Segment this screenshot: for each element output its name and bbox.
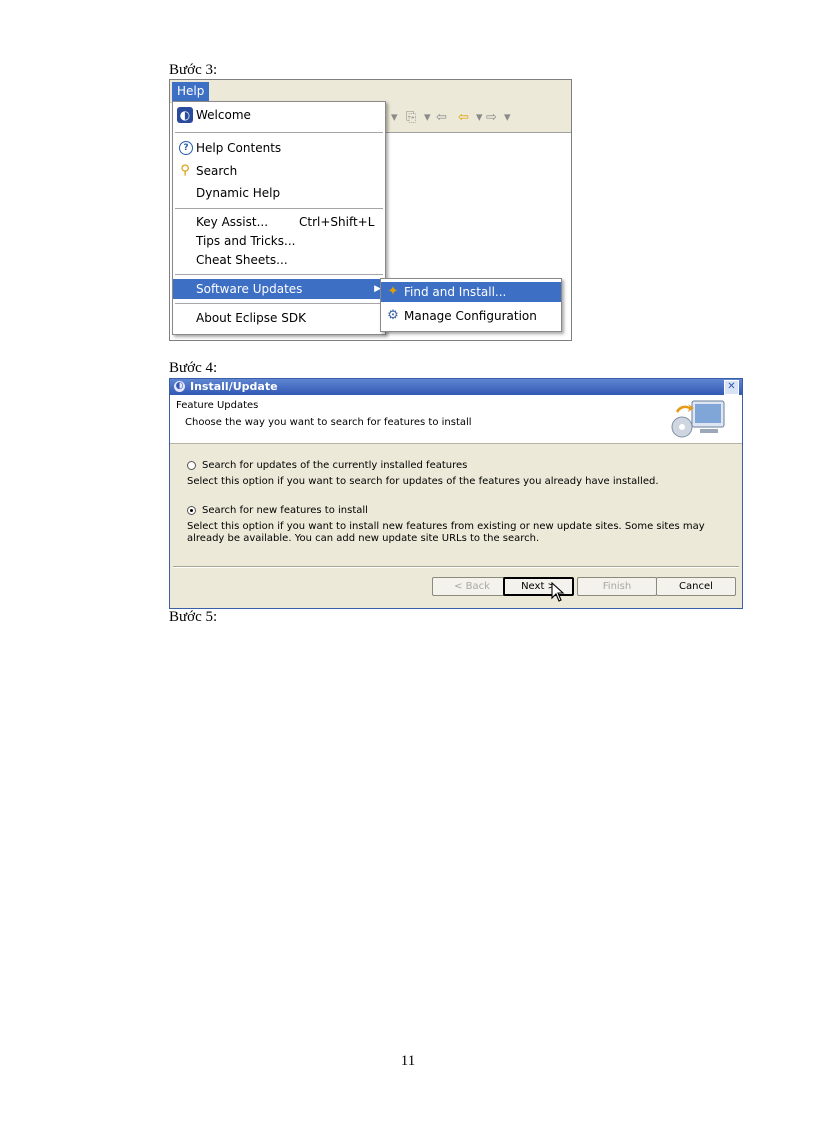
header-subtitle: Choose the way you want to search for fe…	[185, 417, 472, 428]
menu-bar: Help	[170, 80, 571, 103]
mouse-cursor-icon	[551, 582, 565, 602]
welcome-icon: ◐	[177, 107, 193, 123]
menu-item-find-and-install[interactable]: ✦ Find and Install...	[381, 282, 561, 302]
option-search-updates[interactable]: Search for updates of the currently inst…	[187, 460, 467, 471]
cancel-button[interactable]: Cancel	[656, 577, 736, 596]
menu-item-label: Find and Install...	[404, 285, 507, 299]
help-dropdown-menu: ◐ Welcome ? Help Contents ⚲ Search Dynam…	[172, 101, 386, 335]
menu-item-welcome[interactable]: ◐ Welcome	[173, 105, 385, 125]
menu-item-label: Key Assist...	[196, 215, 269, 229]
menu-separator	[175, 274, 383, 275]
menu-item-dynamic-help[interactable]: Dynamic Help	[173, 183, 385, 203]
install-update-dialog: ◐ Install/Update ✕ Feature Updates Choos…	[169, 378, 743, 609]
forward-arrow-icon[interactable]: ⇨	[486, 110, 497, 125]
menu-item-key-assist[interactable]: Key Assist... Ctrl+Shift+L	[173, 212, 385, 232]
menu-item-software-updates[interactable]: Software Updates ▶	[173, 279, 385, 299]
toolbar-page-icon[interactable]: ⎘	[406, 110, 416, 125]
manage-configuration-icon: ⚙	[387, 308, 399, 323]
radio-button[interactable]	[187, 460, 196, 470]
menu-item-accelerator: Ctrl+Shift+L	[299, 215, 375, 229]
toolbar-dropdown-icon[interactable]: ▾	[504, 110, 511, 125]
menu-item-label: Tips and Tricks...	[196, 234, 296, 248]
toolbar: ▾ ⎘ ▾ ⇦ ⇦ ▾ ⇨ ▾	[384, 102, 571, 132]
menu-item-label: Software Updates	[196, 282, 303, 296]
help-contents-icon: ?	[179, 141, 193, 155]
step-3-label: Bước 3:	[169, 62, 218, 78]
page-number: 11	[400, 1053, 416, 1069]
menu-item-tips-and-tricks[interactable]: Tips and Tricks...	[173, 231, 385, 251]
search-icon: ⚲	[180, 163, 190, 178]
menu-item-label: About Eclipse SDK	[196, 311, 306, 325]
step-5-label: Bước 5:	[169, 609, 218, 625]
option-description: Select this option if you want to instal…	[187, 521, 705, 544]
dialog-title: Install/Update	[190, 380, 278, 393]
menu-separator	[175, 303, 383, 304]
editor-tab-row	[384, 132, 571, 156]
menu-item-search[interactable]: ⚲ Search	[173, 161, 385, 181]
back-button[interactable]: < Back	[432, 577, 512, 596]
menu-item-label: Welcome	[196, 108, 251, 122]
monitor-update-icon	[671, 400, 725, 438]
menu-item-label: Cheat Sheets...	[196, 253, 288, 267]
menu-item-label: Help Contents	[196, 141, 282, 155]
menu-item-label: Search	[196, 164, 238, 178]
option-label: Search for new features to install	[202, 505, 368, 516]
header-title: Feature Updates	[176, 400, 259, 411]
help-menu[interactable]: Help	[172, 82, 210, 101]
step-4-label: Bước 4:	[169, 360, 218, 376]
eclipse-help-menu-screenshot: Help ▾ ⎘ ▾ ⇦ ⇦ ▾ ⇨ ▾ ◐ Welcome ? Help Co…	[169, 79, 572, 341]
eclipse-icon: ◐	[174, 381, 185, 392]
menu-separator	[175, 132, 383, 133]
menu-item-manage-configuration[interactable]: ⚙ Manage Configuration	[381, 306, 561, 326]
option-description: Select this option if you want to search…	[187, 476, 659, 487]
back-arrow-icon[interactable]: ⇦	[458, 110, 469, 125]
menu-separator	[175, 208, 383, 209]
close-icon[interactable]: ✕	[724, 380, 739, 395]
radio-button-selected[interactable]	[187, 505, 196, 515]
toolbar-dropdown-icon[interactable]: ▾	[391, 110, 398, 125]
toolbar-dropdown-icon[interactable]: ▾	[476, 110, 483, 125]
finish-button[interactable]: Finish	[577, 577, 657, 596]
dialog-separator	[173, 566, 739, 568]
software-updates-submenu: ✦ Find and Install... ⚙ Manage Configura…	[380, 278, 562, 332]
option-label: Search for updates of the currently inst…	[202, 460, 468, 471]
menu-item-label: Dynamic Help	[196, 186, 281, 200]
find-install-icon: ✦	[387, 284, 399, 299]
dialog-header: Feature Updates Choose the way you want …	[170, 395, 742, 444]
toolbar-dropdown-icon[interactable]: ▾	[424, 110, 431, 125]
menu-item-cheat-sheets[interactable]: Cheat Sheets...	[173, 250, 385, 270]
menu-item-help-contents[interactable]: ? Help Contents	[173, 138, 385, 158]
menu-item-about-eclipse-sdk[interactable]: About Eclipse SDK	[173, 308, 385, 328]
option-search-new-features[interactable]: Search for new features to install	[187, 505, 368, 516]
dialog-title-bar: ◐ Install/Update ✕	[170, 379, 742, 395]
menu-item-label: Manage Configuration	[404, 309, 537, 323]
toolbar-last-edit-icon[interactable]: ⇦	[436, 110, 447, 125]
